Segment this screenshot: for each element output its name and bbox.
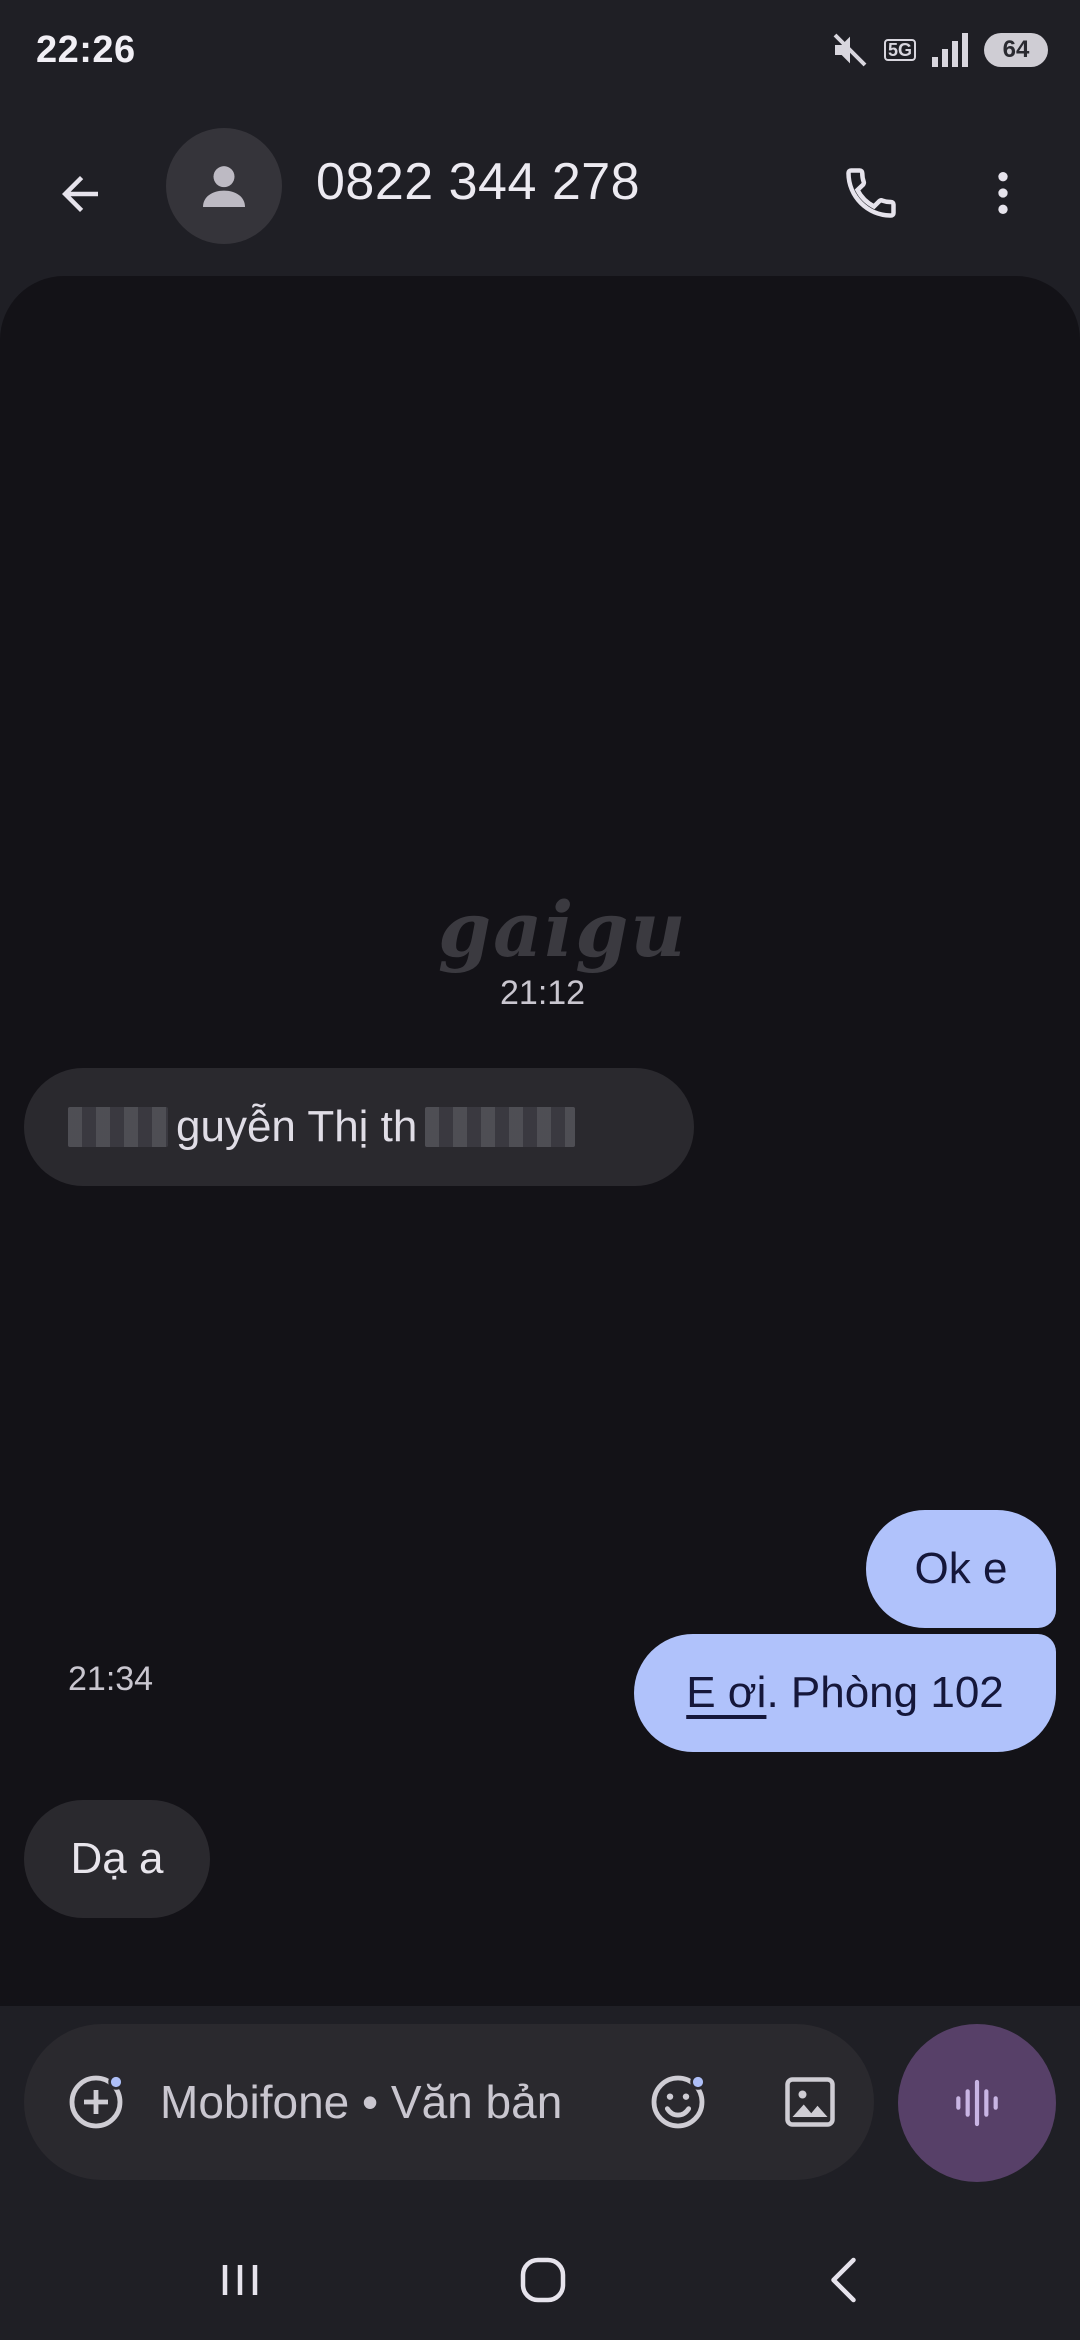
phone-icon bbox=[846, 168, 896, 218]
message-bubble-incoming[interactable]: guyễn Thị th bbox=[24, 1068, 694, 1186]
top-app-bar: 0822 344 278 bbox=[0, 110, 1080, 260]
status-icons: 5G 64 bbox=[830, 30, 1048, 70]
message-text: guyễn Thị th bbox=[176, 1102, 418, 1151]
voice-waveform-icon bbox=[956, 2079, 998, 2127]
person-icon bbox=[203, 166, 245, 207]
emoji-icon bbox=[651, 2074, 706, 2129]
message-timestamp: 21:12 bbox=[500, 974, 586, 1012]
more-vert-icon bbox=[998, 172, 1008, 214]
voice-message-button[interactable] bbox=[898, 2024, 1056, 2182]
message-text: Dạ a bbox=[70, 1834, 164, 1883]
message-text: Ok e bbox=[914, 1544, 1008, 1593]
recents-icon bbox=[222, 2265, 258, 2295]
pixelated-text bbox=[425, 1107, 576, 1147]
add-circle-icon bbox=[69, 2074, 124, 2129]
home-icon bbox=[520, 2257, 566, 2303]
home-button[interactable] bbox=[483, 2230, 603, 2330]
watermark: gaigu bbox=[438, 885, 688, 974]
image-icon bbox=[785, 2077, 835, 2127]
recents-button[interactable] bbox=[180, 2230, 300, 2330]
more-options-button[interactable] bbox=[958, 148, 1048, 238]
nav-back-button[interactable] bbox=[786, 2230, 906, 2330]
signal-icon bbox=[930, 33, 970, 67]
message-text: . Phòng 102 bbox=[766, 1668, 1004, 1717]
gallery-button[interactable] bbox=[768, 2060, 852, 2144]
system-nav-bar bbox=[0, 2210, 1080, 2340]
message-bubble-outgoing[interactable]: Ok e bbox=[866, 1510, 1056, 1628]
contact-avatar[interactable] bbox=[166, 128, 282, 244]
call-button[interactable] bbox=[826, 148, 916, 238]
contact-title[interactable]: 0822 344 278 bbox=[316, 152, 640, 212]
battery-icon: 64 bbox=[984, 33, 1048, 67]
back-button[interactable] bbox=[40, 154, 120, 234]
mute-icon bbox=[830, 30, 870, 70]
arrow-back-icon bbox=[62, 176, 98, 212]
message-timestamp: 21:34 bbox=[68, 1660, 154, 1698]
network-5g-icon: 5G bbox=[883, 39, 916, 61]
status-bar: 22:26 5G 64 bbox=[0, 0, 1080, 100]
status-time: 22:26 bbox=[36, 28, 136, 71]
emoji-button[interactable] bbox=[636, 2060, 720, 2144]
pixelated-text bbox=[68, 1107, 168, 1147]
message-link[interactable]: E ơi bbox=[686, 1668, 766, 1718]
message-bubble-incoming[interactable]: Dạ a bbox=[24, 1800, 210, 1918]
message-bubble-outgoing[interactable]: E ơi. Phòng 102 bbox=[634, 1634, 1056, 1752]
message-input[interactable] bbox=[158, 2064, 628, 2140]
attach-button[interactable] bbox=[54, 2060, 138, 2144]
compose-bar bbox=[24, 2024, 874, 2180]
chevron-left-icon bbox=[831, 2257, 856, 2303]
